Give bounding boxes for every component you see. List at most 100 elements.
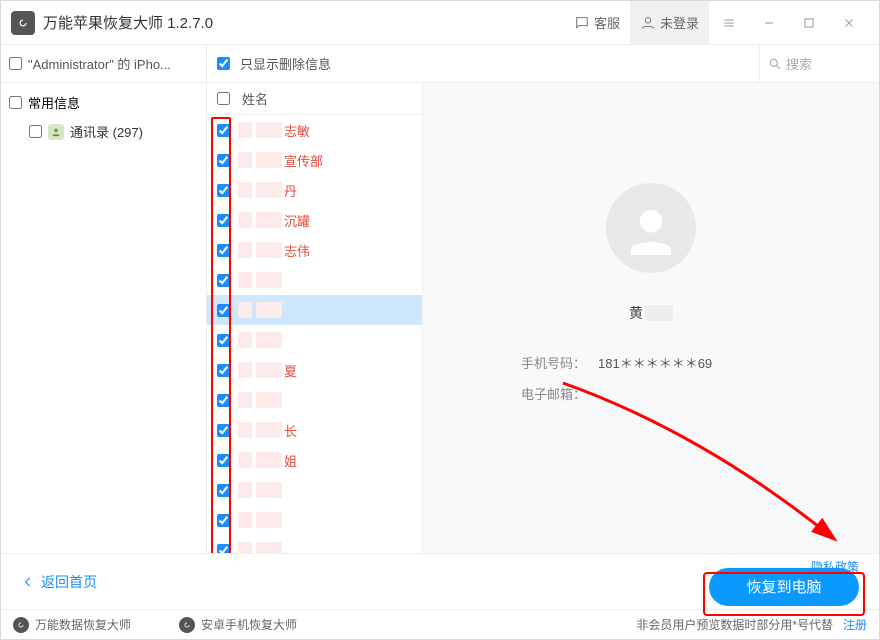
contact-name-text: 黄	[629, 303, 643, 323]
row-checkbox[interactable]	[217, 364, 230, 377]
sidebar-group-common[interactable]: 常用信息	[1, 87, 206, 118]
filter-label: 只显示删除信息	[240, 54, 331, 73]
sidebar-contacts-checkbox[interactable]	[29, 125, 42, 138]
product-link-data-recovery[interactable]: 万能数据恢复大师	[13, 616, 173, 633]
row-checkbox[interactable]	[217, 184, 230, 197]
minimize-button[interactable]	[749, 1, 789, 45]
sidebar-group-checkbox[interactable]	[9, 96, 22, 109]
login-label: 未登录	[660, 13, 699, 32]
support-button[interactable]: 客服	[564, 1, 630, 45]
phone-value: 181＊＊＊＊＊＊69	[598, 353, 712, 372]
row-checkbox[interactable]	[217, 454, 230, 467]
list-row[interactable]	[207, 475, 422, 505]
list-row[interactable]	[207, 295, 422, 325]
row-checkbox[interactable]	[217, 124, 230, 137]
redacted	[256, 512, 282, 528]
redacted	[256, 152, 282, 168]
redacted	[238, 182, 252, 198]
list-row[interactable]: 志伟	[207, 235, 422, 265]
product-link-android-recovery[interactable]: 安卓手机恢复大师	[179, 616, 339, 633]
row-name: 姐	[284, 451, 297, 470]
avatar-icon	[606, 183, 696, 273]
redacted	[238, 212, 252, 228]
list-row[interactable]: 长	[207, 415, 422, 445]
row-checkbox[interactable]	[217, 214, 230, 227]
search-box[interactable]: 搜索	[759, 45, 879, 82]
row-checkbox[interactable]	[217, 394, 230, 407]
product-icon	[179, 617, 195, 633]
list-row[interactable]: 姐	[207, 445, 422, 475]
list-row[interactable]	[207, 265, 422, 295]
redacted	[238, 152, 252, 168]
redacted	[256, 212, 282, 228]
product-icon	[13, 617, 29, 633]
redacted-name	[645, 305, 673, 321]
row-name: 丹	[284, 181, 297, 200]
row-checkbox[interactable]	[217, 244, 230, 257]
back-home-link[interactable]: 返回首页	[21, 572, 97, 592]
list-row[interactable]	[207, 385, 422, 415]
redacted	[256, 302, 282, 318]
list-row[interactable]: 宣传部	[207, 145, 422, 175]
row-name: 沉罐	[284, 211, 310, 230]
register-link[interactable]: 注册	[843, 616, 867, 633]
sidebar: 常用信息 通讯录 (297)	[1, 83, 207, 553]
device-selector[interactable]: "Administrator" 的 iPho...	[1, 45, 207, 82]
list-row[interactable]: 志敏	[207, 115, 422, 145]
row-checkbox[interactable]	[217, 274, 230, 287]
redacted	[256, 362, 282, 378]
privacy-link[interactable]: 隐私政策	[811, 558, 859, 575]
contact-detail: 黄 手机号码： 181＊＊＊＊＊＊69 电子邮箱：	[423, 83, 879, 553]
redacted	[256, 242, 282, 258]
menu-button[interactable]	[709, 1, 749, 45]
back-label: 返回首页	[41, 572, 97, 592]
row-checkbox[interactable]	[217, 424, 230, 437]
list-row[interactable]	[207, 505, 422, 535]
list-row[interactable]	[207, 535, 422, 553]
login-button[interactable]: 未登录	[630, 1, 709, 45]
row-checkbox[interactable]	[217, 154, 230, 167]
redacted	[238, 122, 252, 138]
maximize-button[interactable]	[789, 1, 829, 45]
row-checkbox[interactable]	[217, 484, 230, 497]
search-placeholder: 搜索	[786, 54, 812, 73]
app-title: 万能苹果恢复大师 1.2.7.0	[43, 12, 213, 33]
redacted	[238, 542, 252, 553]
notice-text: 非会员用户预览数据时部分用*号代替	[636, 616, 833, 633]
row-checkbox[interactable]	[217, 304, 230, 317]
list-body[interactable]: 志敏宣传部丹沉罐志伟夏长姐	[207, 115, 422, 553]
row-name: 宣传部	[284, 151, 323, 170]
close-button[interactable]	[829, 1, 869, 45]
list-row[interactable]: 丹	[207, 175, 422, 205]
row-checkbox[interactable]	[217, 514, 230, 527]
row-checkbox[interactable]	[217, 544, 230, 554]
filter-checkbox[interactable]	[217, 57, 230, 70]
device-checkbox[interactable]	[9, 57, 22, 70]
back-arrow-icon	[21, 575, 35, 589]
redacted	[238, 452, 252, 468]
status-strip: 万能数据恢复大师 安卓手机恢复大师 非会员用户预览数据时部分用*号代替 注册	[1, 609, 879, 639]
redacted	[256, 332, 282, 348]
redacted	[238, 242, 252, 258]
redacted	[238, 422, 252, 438]
list-row[interactable]	[207, 325, 422, 355]
redacted	[256, 482, 282, 498]
contacts-list: 姓名 志敏宣传部丹沉罐志伟夏长姐	[207, 83, 423, 553]
list-row[interactable]: 沉罐	[207, 205, 422, 235]
column-name-header: 姓名	[242, 89, 268, 108]
list-row[interactable]: 夏	[207, 355, 422, 385]
redacted	[238, 302, 252, 318]
row-checkbox[interactable]	[217, 334, 230, 347]
row-name: 长	[284, 421, 297, 440]
row-name: 志伟	[284, 241, 310, 260]
select-all-checkbox[interactable]	[217, 92, 230, 105]
sidebar-item-contacts[interactable]: 通讯录 (297)	[1, 118, 206, 145]
email-label: 电子邮箱：	[521, 384, 586, 403]
list-header: 姓名	[207, 83, 422, 115]
redacted	[256, 452, 282, 468]
redacted	[256, 122, 282, 138]
row-name: 志敏	[284, 121, 310, 140]
redacted	[238, 392, 252, 408]
titlebar: 万能苹果恢复大师 1.2.7.0 客服 未登录	[1, 1, 879, 45]
row-name: 夏	[284, 361, 297, 380]
